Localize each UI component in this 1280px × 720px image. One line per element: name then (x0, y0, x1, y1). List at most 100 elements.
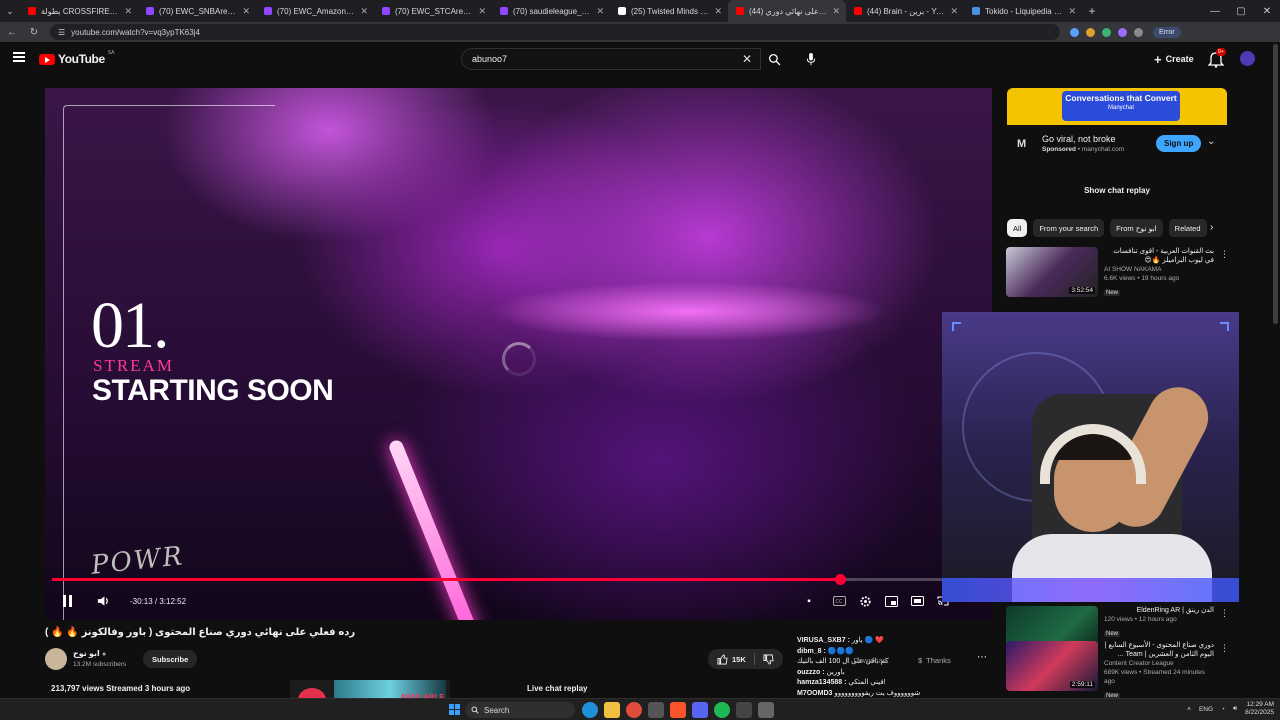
pause-button[interactable] (59, 592, 75, 610)
close-tab-icon[interactable]: ✕ (360, 6, 368, 17)
menu-icon[interactable] (13, 52, 25, 62)
close-tab-icon[interactable]: ✕ (714, 6, 722, 17)
clear-search-icon[interactable]: ✕ (742, 52, 752, 66)
create-button[interactable]: + Create (1148, 50, 1200, 68)
recommended-video[interactable]: 3:52:54 بث القنوات العربية - اقوى تنافسات… (1006, 247, 1229, 299)
video-player[interactable]: 01. STREAM STARTING SOON POWR -30:13 / 3… (45, 88, 992, 620)
video-thumbnail[interactable]: 3:52:54 (1006, 247, 1098, 297)
more-options-icon[interactable]: ⋮ (1220, 643, 1229, 654)
filter-chip[interactable]: All (1007, 219, 1028, 237)
app-icon[interactable] (736, 702, 752, 718)
minimize-icon[interactable]: — (1202, 0, 1228, 22)
site-info-icon[interactable]: ☰ (58, 28, 65, 37)
spotify-icon[interactable] (714, 702, 730, 718)
more-options-icon[interactable]: ⋮ (1220, 608, 1229, 619)
wifi-icon[interactable]: ◔ (1221, 706, 1225, 713)
tab-favicon-icon (28, 7, 36, 15)
url-field[interactable]: ☰ youtube.com/watch?v=vq3ypTK63j4 (50, 24, 1060, 40)
close-window-icon[interactable]: ✕ (1254, 0, 1280, 22)
ad-signup-button[interactable]: Sign up (1156, 135, 1202, 152)
youtube-logo[interactable]: YouTube SA (39, 50, 114, 66)
filter-chip[interactable]: From ابو نوح (1110, 219, 1163, 237)
more-options-icon[interactable]: ⋮ (1220, 249, 1229, 260)
theater-mode-icon[interactable] (909, 592, 925, 610)
close-tab-icon[interactable]: ✕ (1068, 6, 1076, 17)
logo-text: YouTube (58, 52, 105, 66)
reload-icon[interactable]: ↻ (28, 27, 40, 38)
speaker-icon[interactable]: 🔊︎ (1233, 705, 1237, 713)
language-indicator[interactable]: ENG (1199, 706, 1213, 713)
close-tab-icon[interactable]: ✕ (950, 6, 958, 17)
video-thumbnail[interactable]: 2:59:11 (1006, 641, 1098, 691)
search-input[interactable]: abunoo7 ✕ (461, 48, 761, 70)
search-button[interactable] (761, 48, 787, 70)
account-avatar[interactable] (1240, 51, 1255, 66)
browser-tab[interactable]: (70) EWC_SNBArena_AR - Twitch ✕ (138, 0, 256, 22)
like-count: 15K (732, 654, 746, 664)
taskbar-search[interactable]: Search (465, 702, 575, 718)
browser-tab[interactable]: (44) رده فعلي على نهائي دوري ✕ (728, 0, 846, 22)
edge-icon[interactable] (582, 702, 598, 718)
windows-start-icon[interactable] (449, 704, 460, 715)
more-actions-icon[interactable]: ⋯ (977, 652, 987, 663)
file-explorer-icon[interactable] (604, 702, 620, 718)
brave-icon[interactable] (670, 702, 686, 718)
chevron-up-icon[interactable]: ˄ (1187, 706, 1191, 713)
filter-chip[interactable]: From your search (1033, 219, 1105, 237)
tab-search-icon[interactable]: ⌄ (0, 0, 20, 22)
browser-tab[interactable]: (70) EWC_AmazonArena_EN - Twitch ✕ (256, 0, 374, 22)
recommended-video[interactable]: 2:59:11 دوري صناع المحتوى - الأسبوع الساب… (1006, 641, 1229, 699)
show-chat-replay-button[interactable]: Show chat replay (1007, 178, 1227, 202)
new-badge: New (1104, 631, 1121, 637)
maximize-icon[interactable]: ▢ (1228, 0, 1254, 22)
extension-icon[interactable] (1070, 27, 1079, 37)
ad-banner-image[interactable]: Conversations that Convert Manychat (1007, 88, 1227, 125)
chrome-icon[interactable] (626, 702, 642, 718)
close-tab-icon[interactable]: ✕ (478, 6, 486, 17)
ad-domain: manychat.com (1081, 146, 1125, 153)
chapter-dot-icon[interactable]: ▪ (803, 592, 815, 610)
browser-tab[interactable]: (70) saudieleague_eafc - Twitch ✕ (492, 0, 610, 22)
extension-icon[interactable] (1118, 27, 1127, 37)
close-tab-icon[interactable]: ✕ (124, 6, 132, 17)
chevron-down-icon[interactable]: ⌄ (1207, 136, 1215, 147)
live-chat-replay-label[interactable]: Live chat replay (527, 684, 587, 693)
browser-tab[interactable]: بطولة CROSSFIRE في 25 (43) ✕ (20, 0, 138, 22)
settings-gear-icon[interactable] (857, 592, 873, 610)
voice-search-button[interactable] (800, 48, 822, 70)
channel-avatar[interactable] (45, 648, 67, 670)
profile-icon[interactable] (1134, 27, 1143, 37)
tab-favicon-icon (500, 7, 508, 15)
subscribe-button[interactable]: Subscribe (143, 650, 198, 668)
ad-card[interactable]: M Go viral, not broke Sponsored • manych… (1007, 125, 1227, 161)
thanks-button[interactable]: $ Thanks (918, 650, 951, 670)
new-tab-button[interactable]: + (1082, 4, 1102, 18)
progress-bar[interactable] (52, 574, 985, 585)
discord-icon[interactable] (692, 702, 708, 718)
app-icon[interactable] (648, 702, 664, 718)
close-tab-icon[interactable]: ✕ (596, 6, 604, 17)
like-button[interactable]: 15K (708, 649, 783, 669)
captions-icon[interactable]: CC (831, 592, 847, 610)
page-scrollbar[interactable] (1273, 44, 1278, 324)
browser-tab[interactable]: (44) Brain - برين - YouTube ✕ (846, 0, 964, 22)
extension-icon[interactable] (1086, 27, 1095, 37)
browser-tab[interactable]: Tokido - Liquipedia Fighting Ga ✕ (964, 0, 1082, 22)
thumbs-down-icon[interactable] (763, 654, 774, 665)
chevron-right-icon[interactable]: › (1210, 222, 1213, 233)
miniplayer-icon[interactable] (883, 592, 899, 610)
close-tab-icon[interactable]: ✕ (242, 6, 250, 17)
download-button[interactable]: ⤓ Download (846, 650, 887, 670)
error-badge[interactable]: Error (1153, 26, 1181, 38)
browser-tab[interactable]: (25) Twisted Minds 🔵 (@Twisted ✕ (610, 0, 728, 22)
volume-button[interactable] (95, 592, 111, 610)
browser-tab[interactable]: (70) EWC_STCArena_EN - Twitch ✕ (374, 0, 492, 22)
chat-message: كم باقي على ال 100 الف بالتيك (797, 657, 997, 668)
filter-chip[interactable]: Related (1168, 219, 1207, 237)
app-icon[interactable] (758, 702, 774, 718)
back-icon[interactable]: ← (6, 27, 18, 38)
extension-icon[interactable] (1102, 27, 1111, 37)
channel-name[interactable]: ابو نوح ● (73, 649, 106, 658)
close-tab-icon[interactable]: ✕ (832, 6, 840, 17)
clock[interactable]: 12:29 AM 8/22/2025 (1245, 701, 1274, 717)
